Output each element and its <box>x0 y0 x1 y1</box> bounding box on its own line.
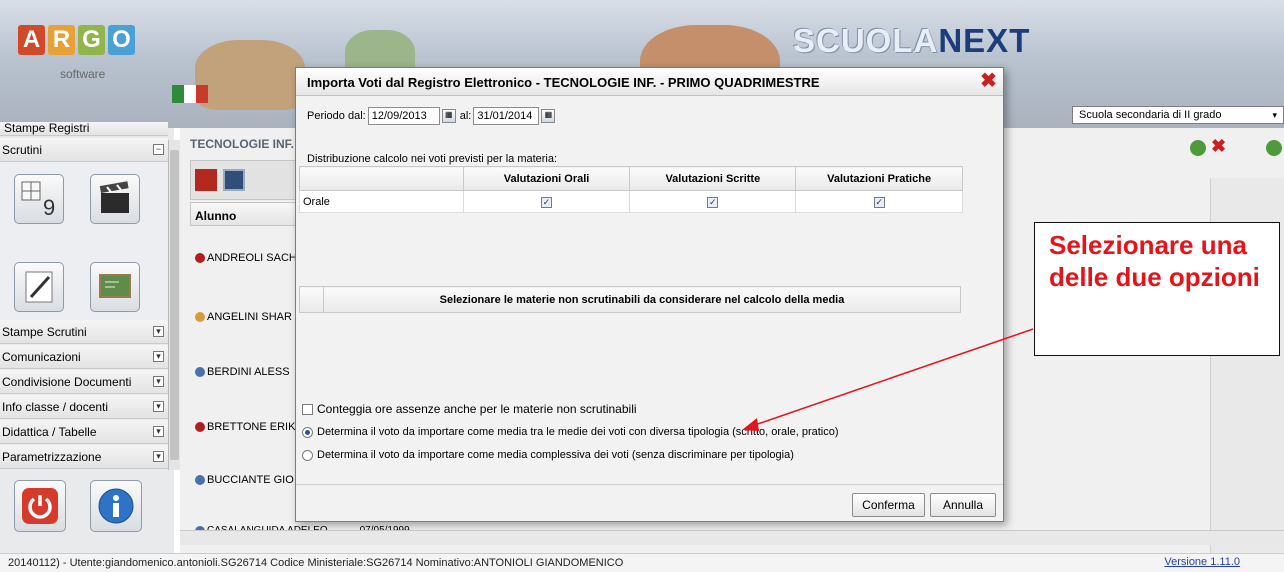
arrow-line <box>751 328 1034 427</box>
status-text: 20140112) - Utente:giandomenico.antoniol… <box>8 557 624 569</box>
annotation-arrow <box>742 328 1034 431</box>
status-bar: 20140112) - Utente:giandomenico.antoniol… <box>0 553 1284 572</box>
arrow-head <box>742 418 759 431</box>
version-link[interactable]: Versione 1.11.0 <box>1164 556 1240 568</box>
horizontal-scrollbar[interactable] <box>180 530 1284 545</box>
